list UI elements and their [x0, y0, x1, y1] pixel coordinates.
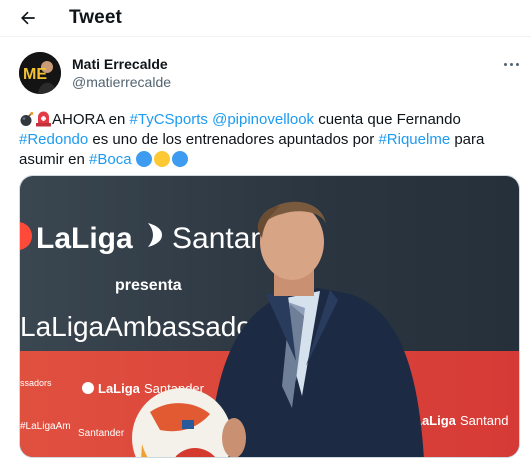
- photo-image: LaLiga Santander presenta LaLigaAmbassad…: [20, 176, 519, 457]
- more-dot: [509, 62, 513, 66]
- strip-text: LaLiga: [98, 381, 141, 396]
- tweet-photo[interactable]: LaLiga Santander presenta LaLigaAmbassad…: [19, 175, 520, 458]
- strip-text: #LaLigaAm: [20, 421, 71, 432]
- avatar-initials: ME: [23, 66, 47, 83]
- hashtag-boca[interactable]: #Boca: [89, 151, 132, 168]
- author-name[interactable]: Mati Errecalde: [72, 56, 168, 72]
- hashtag-tycsports[interactable]: #TyCSports: [130, 111, 208, 128]
- strip-text: Santand: [460, 413, 508, 428]
- tweet-text-segment: es uno de los entrenadores apuntados por: [88, 131, 379, 148]
- banner-brand: LaLiga: [36, 222, 133, 255]
- strip-text: ssadors: [20, 378, 52, 388]
- tweet-text-segment: AHORA en: [52, 111, 130, 128]
- tweet-line-3: asumir en #Boca: [19, 150, 519, 170]
- tweet-text: AHORA en #TyCSports @pipinovellook cuent…: [19, 110, 519, 170]
- banner-ambassadors: LaLigaAmbassadors: [20, 311, 275, 342]
- back-button[interactable]: [12, 3, 44, 33]
- hashtag-riquelme[interactable]: #Riquelme: [378, 131, 450, 148]
- page-title: Tweet: [69, 7, 122, 28]
- tweet-text-segment: cuenta que Fernando: [314, 111, 461, 128]
- header-divider: [0, 36, 531, 37]
- hand: [222, 418, 246, 457]
- more-dots-icon: [503, 62, 507, 66]
- banner-presenta: presenta: [115, 277, 182, 294]
- author-handle[interactable]: @matierrecalde: [72, 74, 171, 90]
- top-bar: Tweet: [0, 0, 531, 36]
- tweet-text-segment: para: [450, 131, 485, 148]
- strip-text: Santander: [78, 428, 125, 439]
- laliga-strip-logo-icon: [82, 382, 94, 394]
- mention-pipinovellook[interactable]: @pipinovellook: [212, 111, 314, 128]
- hashtag-redondo[interactable]: #Redondo: [19, 131, 88, 148]
- arrow-left-icon: [21, 11, 35, 25]
- avatar-image: ME: [19, 52, 61, 94]
- blue-circle-icon: [135, 151, 152, 167]
- tweet-text-segment: asumir en: [19, 151, 90, 168]
- more-dot: [515, 62, 519, 66]
- more-options-button[interactable]: [498, 54, 524, 74]
- tweet-line-1: AHORA en #TyCSports @pipinovellook cuent…: [19, 110, 519, 130]
- avatar[interactable]: ME: [19, 52, 61, 94]
- tweet-line-2: #Redondo es uno de los entrenadores apun…: [19, 130, 519, 150]
- yellow-circle-icon: [153, 151, 170, 167]
- blue-circle-icon: [171, 151, 188, 167]
